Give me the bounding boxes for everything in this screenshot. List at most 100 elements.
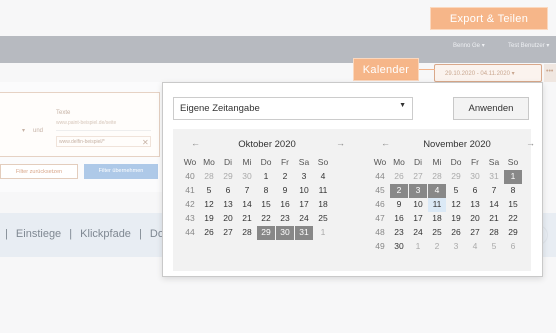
calendar-day[interactable]: 12 [200, 198, 218, 212]
calendar-day[interactable]: 14 [485, 198, 503, 212]
calendar-day[interactable]: 17 [409, 212, 427, 226]
calendar-day[interactable]: 1 [314, 226, 332, 240]
calendar-day[interactable]: 3 [295, 170, 313, 184]
calendar-day[interactable]: 2 [276, 170, 294, 184]
calendar-day[interactable]: 26 [390, 170, 408, 184]
calendar-day[interactable]: 28 [428, 170, 446, 184]
apply-filter-button[interactable]: Filter übernehmen [84, 164, 158, 179]
calendar-day[interactable]: 8 [257, 184, 275, 198]
calendar-day[interactable]: 27 [219, 226, 237, 240]
week-row: 41 5 6 7 8 9 10 11 [181, 184, 353, 198]
more-options-button[interactable]: ••• [544, 64, 556, 82]
chevron-down-icon[interactable]: ▾ [22, 127, 25, 134]
calendar-day[interactable]: 30 [276, 226, 294, 240]
calendar-day[interactable]: 11 [428, 198, 446, 212]
calendar-day[interactable]: 21 [238, 212, 256, 226]
account-menu[interactable]: Benno Ge ▾ [453, 42, 485, 49]
calendar-day[interactable]: 21 [485, 212, 503, 226]
calendar-day[interactable]: 16 [390, 212, 408, 226]
calendar-day[interactable]: 13 [219, 198, 237, 212]
calendar-day[interactable]: 29 [257, 226, 275, 240]
calendar-day[interactable]: 7 [485, 184, 503, 198]
calendar-day[interactable]: 27 [409, 170, 427, 184]
calendar-day[interactable]: 9 [390, 198, 408, 212]
weekday-header: Mi [432, 157, 442, 167]
calendar-day[interactable]: 3 [447, 240, 465, 254]
calendar-day[interactable]: 30 [390, 240, 408, 254]
calendar-day[interactable]: 4 [428, 184, 446, 198]
weekday-header: Fr [470, 157, 480, 167]
week-number: 49 [375, 241, 385, 251]
calendar-day[interactable]: 24 [409, 226, 427, 240]
calendar-day[interactable]: 20 [219, 212, 237, 226]
calendar-day[interactable]: 2 [390, 184, 408, 198]
calendar-day[interactable]: 10 [295, 184, 313, 198]
week-number: 40 [185, 171, 195, 181]
calendar-day[interactable]: 12 [447, 198, 465, 212]
calendar-day[interactable]: 3 [409, 184, 427, 198]
calendar-day[interactable]: 23 [276, 212, 294, 226]
calendar-day[interactable]: 4 [314, 170, 332, 184]
calendar-day[interactable]: 28 [485, 226, 503, 240]
filter-text-input[interactable]: www.paint-beispiel.de/seite [56, 120, 151, 131]
calendar-day[interactable]: 20 [466, 212, 484, 226]
calendar-day[interactable]: 28 [200, 170, 218, 184]
week-number: 44 [185, 227, 195, 237]
calendar-day[interactable]: 1 [504, 170, 522, 184]
calendar-day[interactable]: 5 [485, 240, 503, 254]
calendar-day[interactable]: 22 [504, 212, 522, 226]
calendar-day[interactable]: 7 [238, 184, 256, 198]
calendar-day[interactable]: 29 [219, 170, 237, 184]
calendar-day[interactable]: 16 [276, 198, 294, 212]
calendar-day[interactable]: 23 [390, 226, 408, 240]
calendar-day[interactable]: 6 [219, 184, 237, 198]
calendar-day[interactable]: 6 [504, 240, 522, 254]
nav-link-klickpfade[interactable]: Klickpfade [80, 228, 131, 240]
calendar-day[interactable]: 5 [447, 184, 465, 198]
calendar-day[interactable]: 22 [257, 212, 275, 226]
calendar-day[interactable]: 8 [504, 184, 522, 198]
calendar-day[interactable]: 26 [200, 226, 218, 240]
calendar-day[interactable]: 17 [295, 198, 313, 212]
calendar-day[interactable]: 1 [257, 170, 275, 184]
apply-button[interactable]: Anwenden [453, 97, 529, 120]
calendar-day[interactable]: 27 [466, 226, 484, 240]
calendar-day[interactable]: 30 [466, 170, 484, 184]
calendar-day[interactable]: 29 [504, 226, 522, 240]
calendar-day[interactable]: 11 [314, 184, 332, 198]
filter-value-input[interactable]: www.delfin-beispiel/* [56, 136, 151, 147]
calendar-day[interactable]: 24 [295, 212, 313, 226]
calendar-day[interactable]: 14 [238, 198, 256, 212]
date-range-picker[interactable]: 29.10.2020 - 04.11.2020 ▾ [434, 64, 542, 82]
calendar-day[interactable]: 29 [447, 170, 465, 184]
calendar-day[interactable]: 26 [447, 226, 465, 240]
calendar-day[interactable]: 25 [314, 212, 332, 226]
calendar-day[interactable]: 28 [238, 226, 256, 240]
calendar-day[interactable]: 15 [257, 198, 275, 212]
calendar-day[interactable]: 13 [466, 198, 484, 212]
calendar-day[interactable]: 2 [428, 240, 446, 254]
next-month-arrow-icon[interactable]: → [336, 138, 345, 148]
calendar-day[interactable]: 30 [238, 170, 256, 184]
calendar-day[interactable]: 31 [485, 170, 503, 184]
user-menu[interactable]: Test Benutzer ▾ [508, 42, 549, 49]
calendar-day[interactable]: 31 [295, 226, 313, 240]
calendar-day[interactable]: 19 [447, 212, 465, 226]
calendar-day[interactable]: 18 [428, 212, 446, 226]
calendar-day[interactable]: 1 [409, 240, 427, 254]
calendar-dropdown: Eigene Zeitangabe ▼ Anwenden ← Oktober 2… [162, 82, 543, 277]
calendar-day[interactable]: 9 [276, 184, 294, 198]
calendar-day[interactable]: 5 [200, 184, 218, 198]
calendar-day[interactable]: 6 [466, 184, 484, 198]
calendar-day[interactable]: 15 [504, 198, 522, 212]
calendar-day[interactable]: 10 [409, 198, 427, 212]
calendar-day[interactable]: 25 [428, 226, 446, 240]
preset-select[interactable]: Eigene Zeitangabe ▼ [173, 97, 413, 120]
calendar-day[interactable]: 19 [200, 212, 218, 226]
calendar-day[interactable]: 4 [466, 240, 484, 254]
calendar-day[interactable]: 18 [314, 198, 332, 212]
clear-icon[interactable]: ✕ [142, 138, 149, 147]
reset-filter-button[interactable]: Filter zurücksetzen [0, 164, 78, 179]
nav-link-einstiege[interactable]: Einstiege [16, 228, 61, 240]
next-month-arrow-icon[interactable]: → [526, 138, 535, 148]
